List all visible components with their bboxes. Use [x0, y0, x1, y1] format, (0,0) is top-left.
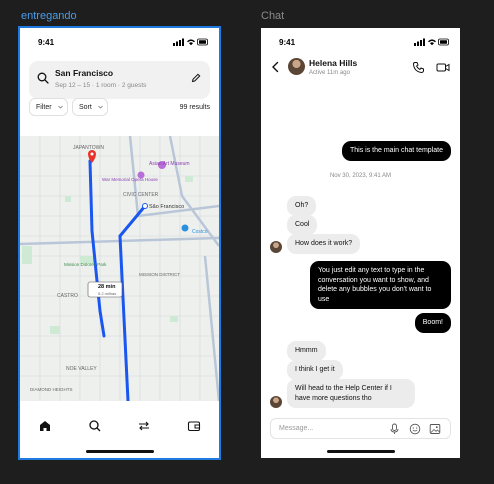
- home-icon[interactable]: [37, 418, 53, 434]
- map-label: JAPANTOWN: [73, 145, 104, 151]
- status-time: 9:41: [38, 38, 55, 47]
- frame-label-chat: Chat: [261, 10, 285, 22]
- message-composer[interactable]: Message...: [270, 418, 451, 439]
- map-label: Asian Art Museum: [149, 161, 190, 167]
- contact-avatar-small: [270, 396, 282, 408]
- map-label: NOE VALLEY: [66, 366, 97, 372]
- map-label: DIAMOND HEIGHTS: [30, 387, 73, 392]
- results-count: 99 results: [179, 104, 210, 111]
- contact-name[interactable]: Helena Hills: [309, 58, 357, 68]
- message-input[interactable]: Message...: [279, 425, 313, 432]
- map-label: Mission Dolores Park: [64, 262, 107, 267]
- sort-button[interactable]: Sort: [72, 98, 108, 116]
- map-label: São Francisco: [149, 204, 185, 210]
- home-indicator: [86, 450, 154, 453]
- search-icon: [37, 72, 49, 84]
- microphone-icon[interactable]: [389, 423, 400, 435]
- phone-call-icon[interactable]: [412, 61, 425, 74]
- contact-status: Active 11m ago: [309, 70, 350, 76]
- chat-screen: 9:41 Helena Hills Active 11m ago This is…: [261, 28, 460, 458]
- home-indicator: [327, 450, 395, 453]
- frame-label-entregando: entregando: [21, 10, 77, 22]
- image-icon[interactable]: [429, 423, 441, 435]
- status-time: 9:41: [279, 38, 296, 47]
- map-label: War Memorial Opera House: [102, 177, 158, 182]
- back-arrow-icon[interactable]: [271, 61, 280, 73]
- message-bubble-incoming: Hmmm: [287, 341, 326, 361]
- edit-icon[interactable]: [191, 73, 201, 83]
- wallet-icon[interactable]: [186, 418, 202, 434]
- contact-avatar[interactable]: [288, 58, 305, 75]
- search-icon[interactable]: [87, 418, 103, 434]
- message-bubble-outgoing: This is the main chat template: [342, 141, 451, 161]
- status-bar: 9:41: [20, 28, 219, 52]
- chevron-down-icon: [98, 105, 103, 109]
- eta-time: 28 min: [98, 284, 116, 290]
- filter-label: Filter: [36, 104, 52, 111]
- tab-bar: [20, 418, 219, 440]
- signal-wifi-battery-icon: [173, 38, 208, 46]
- chat-header: Helena Hills Active 11m ago: [261, 52, 460, 86]
- search-details: Sep 12 – 15 · 1 room · 2 guests: [55, 82, 147, 89]
- chevron-down-icon: [58, 105, 63, 109]
- message-bubble-incoming: Will head to the Help Center if I have m…: [287, 379, 415, 408]
- message-bubble-incoming: Oh?: [287, 196, 317, 216]
- map-label: CASTRO: [57, 293, 78, 299]
- signal-wifi-battery-icon: [414, 38, 449, 46]
- map-label: MISSION DISTRICT: [139, 272, 181, 277]
- message-bubble-outgoing: You just edit any text to type in the co…: [310, 261, 451, 309]
- message-bubble-incoming: How does it work?: [287, 234, 361, 254]
- search-city: San Francisco: [55, 68, 114, 78]
- search-summary-card[interactable]: San Francisco Sep 12 – 15 · 1 room · 2 g…: [29, 61, 210, 99]
- status-bar: 9:41: [261, 28, 460, 52]
- map-screen: 9:41 San Francisco Sep 12 – 15 · 1 room …: [18, 26, 221, 460]
- message-bubble-outgoing: Boom!: [414, 313, 451, 333]
- sort-label: Sort: [79, 104, 92, 111]
- swap-icon[interactable]: [136, 418, 152, 434]
- eta-distance: 5.2 milhas: [98, 291, 117, 296]
- message-bubble-incoming: I think I get it: [287, 360, 343, 380]
- map-label: Costco: [192, 229, 208, 235]
- message-bubble-incoming: Cool: [287, 215, 318, 235]
- route-map[interactable]: [20, 136, 219, 401]
- contact-avatar-small: [270, 241, 282, 253]
- message-date: Nov 30, 2023, 9:41 AM: [329, 173, 392, 179]
- video-call-icon[interactable]: [436, 62, 450, 73]
- emoji-icon[interactable]: [409, 423, 421, 435]
- map-label: CIVIC CENTER: [123, 192, 159, 198]
- filter-button[interactable]: Filter: [29, 98, 68, 116]
